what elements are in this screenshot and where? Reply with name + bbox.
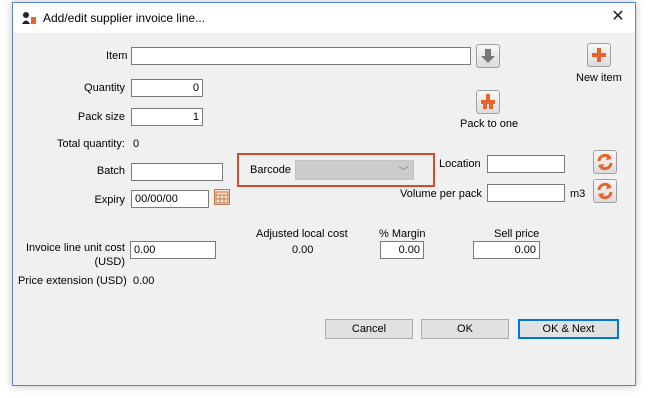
pack-to-one-label: Pack to one (460, 118, 519, 130)
price-extension-label: Price extension (USD) (18, 275, 127, 287)
pack-to-one-icon (481, 94, 495, 109)
pack-size-label: Pack size (77, 111, 125, 123)
volume-per-pack-input[interactable] (487, 184, 565, 202)
location-input[interactable] (487, 155, 565, 173)
barcode-label: Barcode (250, 164, 291, 176)
plus-icon (592, 48, 606, 62)
new-item-button[interactable] (587, 43, 611, 67)
unit-cost-label: Invoice line unit cost (25, 242, 125, 254)
quantity-label: Quantity (84, 82, 125, 94)
chevron-down-icon: ﹀ (398, 166, 409, 178)
quantity-input[interactable]: 0 (131, 79, 203, 97)
location-refresh-button[interactable] (593, 150, 617, 174)
expiry-label: Expiry (94, 194, 125, 206)
item-input[interactable] (131, 47, 471, 65)
ok-button[interactable]: OK (421, 319, 509, 339)
pack-size-input[interactable]: 1 (131, 108, 203, 126)
unit-cost-currency-label: (USD) (94, 256, 125, 268)
location-label: Location (439, 158, 481, 170)
down-arrow-icon (481, 49, 495, 63)
cancel-button[interactable]: Cancel (325, 319, 413, 339)
item-label: Item (106, 50, 128, 62)
total-quantity-label: Total quantity: (57, 138, 125, 150)
refresh-icon (597, 182, 613, 200)
barcode-select[interactable]: ﹀ (295, 160, 414, 180)
calendar-icon (215, 191, 229, 204)
adjusted-cost-label: Adjusted local cost (256, 228, 348, 240)
volume-per-pack-label: Volume per pack (400, 188, 482, 200)
app-logo-icon (22, 12, 36, 24)
close-button[interactable]: ✕ (607, 7, 629, 29)
refresh-icon (597, 153, 613, 171)
dialog-window: Add/edit supplier invoice line... ✕ Item… (12, 2, 636, 386)
price-extension-value: 0.00 (133, 275, 155, 287)
unit-cost-input[interactable]: 0.00 (130, 241, 216, 259)
title-bar: Add/edit supplier invoice line... ✕ (13, 3, 635, 33)
total-quantity-value: 0 (133, 138, 140, 150)
batch-label: Batch (96, 165, 125, 177)
window-title: Add/edit supplier invoice line... (43, 11, 206, 25)
margin-label: % Margin (379, 228, 426, 240)
expiry-input[interactable]: 00/00/00 (131, 190, 209, 208)
pack-to-one-button[interactable] (476, 90, 500, 114)
batch-input[interactable] (131, 163, 223, 181)
volume-refresh-button[interactable] (593, 179, 617, 203)
sell-price-input[interactable]: 0.00 (473, 241, 540, 259)
adjusted-cost-value: 0.00 (292, 244, 314, 256)
new-item-label: New item (576, 72, 622, 84)
calendar-button[interactable] (214, 189, 230, 205)
item-lookup-button[interactable] (476, 44, 500, 68)
sell-price-label: Sell price (494, 228, 540, 240)
margin-input[interactable]: 0.00 (380, 241, 424, 259)
ok-and-next-button[interactable]: OK & Next (518, 319, 619, 339)
volume-unit-label: m3 (570, 188, 586, 200)
